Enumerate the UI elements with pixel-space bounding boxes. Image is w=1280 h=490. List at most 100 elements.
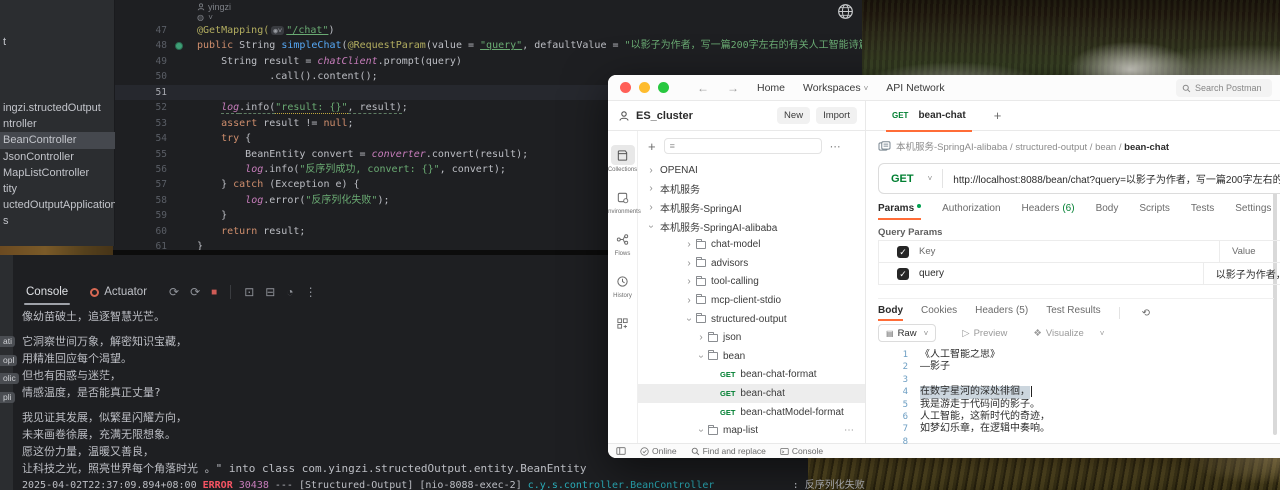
request-tab[interactable]: GET bean-chat <box>886 101 972 132</box>
breadcrumb-path[interactable]: 本机服务-SpringAI-alibaba / structured-outpu… <box>896 139 1169 153</box>
project-tree-item[interactable]: s <box>0 213 115 229</box>
console-button[interactable]: Console <box>780 446 823 456</box>
tree-folder-tool-calling[interactable]: › tool-calling <box>638 273 865 292</box>
rail-environments[interactable]: Environments <box>608 187 641 215</box>
tree-folder-structured-output[interactable]: › structured-output <box>638 310 865 329</box>
rail-collections[interactable]: Collections <box>608 145 637 173</box>
request-tab-tests[interactable]: Tests <box>1191 203 1214 220</box>
globe-icon[interactable] <box>837 3 854 20</box>
select-all-checkbox[interactable]: ✓ <box>897 245 909 258</box>
rerun-icon[interactable]: ⟳ <box>169 285 179 299</box>
nav-back-icon[interactable]: ← <box>697 81 709 95</box>
chevron-right-icon[interactable]: › <box>646 202 656 213</box>
chevron-down-icon[interactable]: › <box>646 221 657 231</box>
tree-request-bean-chatModel-format[interactable]: GET bean-chatModel-format <box>638 403 865 422</box>
workspace-name[interactable]: ES_cluster <box>636 110 693 122</box>
project-tree-panel[interactable]: t ingzi.structedOutput ntroller BeanContro… <box>0 0 115 246</box>
close-window-button[interactable] <box>620 82 631 93</box>
chevron-right-icon[interactable]: › <box>684 276 694 287</box>
find-and-replace[interactable]: Find and replace <box>691 446 766 456</box>
search-postman-box[interactable]: Search Postman <box>1176 79 1272 97</box>
response-tab-test-results[interactable]: Test Results <box>1046 305 1100 321</box>
param-key[interactable]: query <box>919 268 1203 279</box>
chevron-right-icon[interactable]: › <box>646 165 656 176</box>
softwrap-icon[interactable]: ⊟ <box>265 285 275 299</box>
rerun-debug-icon[interactable]: ⟳ <box>190 285 200 299</box>
chevron-down-icon[interactable]: › <box>696 426 707 436</box>
nav-workspaces[interactable]: Workspaces ˅ <box>803 82 868 94</box>
tree-request-bean-chat-format[interactable]: GET bean-chat-format <box>638 366 865 385</box>
response-tab-cookies[interactable]: Cookies <box>921 305 957 321</box>
more-actions-icon[interactable]: ⋯ <box>844 425 855 436</box>
request-tab-scripts[interactable]: Scripts <box>1139 203 1170 220</box>
toggle-sidebar-button[interactable] <box>616 446 626 456</box>
chevron-right-icon[interactable]: › <box>696 332 706 343</box>
zoom-window-button[interactable] <box>658 82 669 93</box>
project-tree-item[interactable]: ingzi.structedOutput <box>0 100 115 116</box>
param-checkbox[interactable]: ✓ <box>897 267 909 280</box>
chevron-right-icon[interactable]: › <box>684 295 694 306</box>
project-tree-item[interactable]: uctedOutputApplication <box>0 197 115 213</box>
visualize-button[interactable]: ❖ Visualize <box>1033 328 1083 339</box>
request-tab-settings[interactable]: Settings <box>1235 203 1271 220</box>
nav-home[interactable]: Home <box>757 82 785 94</box>
tree-folder-advisors[interactable]: › advisors <box>638 254 865 273</box>
gauge-icon[interactable]: ◔ <box>286 285 293 299</box>
tree-collection-OPENAI[interactable]: › OPENAI <box>638 161 865 180</box>
tree-folder-json[interactable]: › json <box>638 328 865 347</box>
tree-folder-bean[interactable]: › bean <box>638 347 865 366</box>
screenshot-icon[interactable]: ⊡ <box>244 285 254 299</box>
tree-folder-chat-model[interactable]: › chat-model <box>638 235 865 254</box>
tree-collection-本机服务-SpringAI-alibaba[interactable]: › 本机服务-SpringAI-alibaba <box>638 217 865 236</box>
import-button[interactable]: Import <box>816 107 857 124</box>
project-tree-item[interactable]: t <box>3 36 6 48</box>
rail-apis[interactable] <box>608 313 637 333</box>
tree-folder-map-list[interactable]: › map-list ⋯ <box>638 421 865 440</box>
project-tree-item[interactable]: ntroller <box>0 116 115 132</box>
kebab-menu-icon[interactable]: ⋮ <box>305 285 317 299</box>
request-tab-headers[interactable]: Headers (6) <box>1022 203 1075 220</box>
preview-button[interactable]: ▷ Preview <box>962 328 1007 339</box>
spring-endpoint-gutter-icon[interactable] <box>175 42 183 51</box>
response-history-icon[interactable]: ⟲ <box>1142 308 1150 319</box>
rail-history[interactable]: History <box>608 271 637 299</box>
new-tab-button[interactable]: + <box>994 108 1002 123</box>
chevron-down-icon[interactable]: ˅ <box>928 174 933 183</box>
tree-request-bean-chat[interactable]: GET bean-chat <box>638 384 865 403</box>
stop-icon[interactable]: ■ <box>211 287 217 298</box>
chevron-down-icon[interactable]: ˅ <box>1100 329 1105 338</box>
request-tab-authorization[interactable]: Authorization <box>942 203 1000 220</box>
chevron-right-icon[interactable]: › <box>646 183 656 194</box>
chevron-down-icon[interactable]: › <box>684 314 695 324</box>
project-tree-item[interactable]: BeanController <box>0 132 115 149</box>
chevron-down-icon[interactable]: › <box>696 351 707 361</box>
project-tree-item[interactable]: tity <box>0 181 115 197</box>
request-tab-params[interactable]: Params <box>878 203 922 220</box>
chevron-right-icon[interactable]: › <box>684 239 694 250</box>
collections-more-icon[interactable]: ⋯ <box>830 140 842 153</box>
filter-collections-input[interactable]: ≡ <box>663 138 822 154</box>
tree-collection-本机服务[interactable]: › 本机服务 <box>638 180 865 199</box>
online-status[interactable]: Online <box>640 446 677 456</box>
url-input[interactable]: http://localhost:8088/bean/chat?query=以影… <box>953 171 1280 186</box>
endpoint-inlay-icon[interactable]: ◍ ˅ <box>197 13 214 22</box>
nav-forward-icon[interactable]: → <box>727 81 739 95</box>
chevron-right-icon[interactable]: › <box>684 258 694 269</box>
raw-view-button[interactable]: ▤ Raw ˅ <box>878 324 937 342</box>
new-button[interactable]: New <box>777 107 811 124</box>
response-tab-headers[interactable]: Headers (5) <box>975 305 1028 321</box>
tree-folder-mcp-client-stdio[interactable]: › mcp-client-stdio <box>638 291 865 310</box>
method-select[interactable]: GET <box>891 173 914 185</box>
project-tree-item[interactable]: MapListController <box>0 165 115 181</box>
project-tree-item[interactable]: JsonController <box>0 149 115 165</box>
request-tab-body[interactable]: Body <box>1096 203 1119 220</box>
tab-console[interactable]: Console <box>22 279 72 305</box>
param-value[interactable]: 以影子为作者， <box>1216 266 1280 281</box>
minimize-window-button[interactable] <box>639 82 650 93</box>
rail-flows[interactable]: Flows <box>608 229 637 257</box>
tab-actuator[interactable]: Actuator <box>90 286 147 298</box>
nav-api-network[interactable]: API Network <box>886 82 944 94</box>
response-tab-body[interactable]: Body <box>878 305 903 321</box>
response-body[interactable]: 1 《人工智能之思》 2 —影子 3 4 在数字星河的深处徘徊， 5 我是游走于代码间的影子。 6… <box>878 349 1274 452</box>
add-collection-button[interactable]: + <box>648 139 656 154</box>
